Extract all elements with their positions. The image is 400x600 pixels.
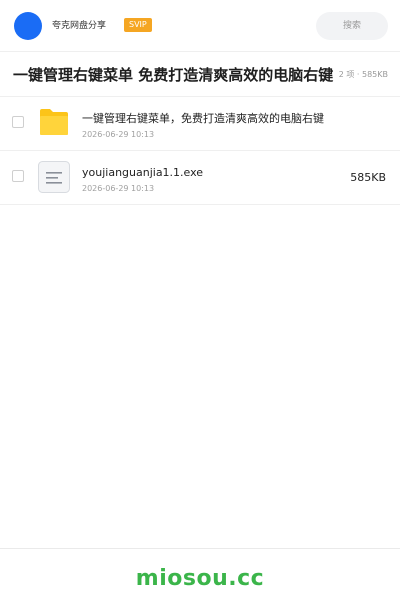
file-name[interactable]: 一键管理右键菜单，免费打造清爽高效的电脑右键 <box>82 112 324 126</box>
file-date: 2026-06-29 10:13 <box>82 130 155 139</box>
search-input[interactable] <box>316 12 388 40</box>
avatar[interactable] <box>14 12 42 40</box>
top-bar: 夸克网盘分享 SVIP <box>0 0 400 52</box>
share-title-row: 一键管理右键菜单 免费打造清爽高效的电脑右键 2 项 · 585KB <box>0 53 400 97</box>
brand-name: 夸克网盘分享 <box>52 21 107 31</box>
site-logo[interactable]: miosou.cc <box>0 565 400 593</box>
svip-badge: SVIP <box>124 18 152 32</box>
row-checkbox[interactable] <box>12 116 24 128</box>
file-name[interactable]: youjianguanjia1.1.exe <box>82 166 203 180</box>
file-list: 一键管理右键菜单，免费打造清爽高效的电脑右键 2026-06-29 10:13 … <box>0 97 400 205</box>
folder-icon <box>40 109 68 135</box>
footer: miosou.cc <box>0 548 400 600</box>
file-row-exe[interactable]: youjianguanjia1.1.exe 2026-06-29 10:13 5… <box>0 151 400 205</box>
share-meta: 2 项 · 585KB <box>336 69 388 81</box>
file-row-folder[interactable]: 一键管理右键菜单，免费打造清爽高效的电脑右键 2026-06-29 10:13 <box>0 97 400 151</box>
page-title: 一键管理右键菜单 免费打造清爽高效的电脑右键 <box>13 66 334 84</box>
share-page: 夸克网盘分享 SVIP 一键管理右键菜单 免费打造清爽高效的电脑右键 2 项 ·… <box>0 0 400 600</box>
file-size: 585KB <box>350 171 386 184</box>
file-date: 2026-06-29 10:13 <box>82 184 155 193</box>
file-document-icon <box>38 161 70 193</box>
row-checkbox[interactable] <box>12 170 24 182</box>
